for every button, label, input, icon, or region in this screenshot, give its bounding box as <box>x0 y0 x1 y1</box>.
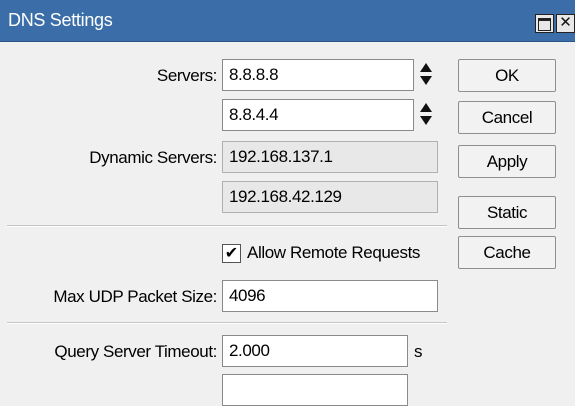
query-timeout-input[interactable]: 2.000 <box>222 335 408 367</box>
dynamic-servers-label: Dynamic Servers: <box>89 148 217 167</box>
maximize-icon[interactable] <box>535 14 554 33</box>
cache-button[interactable]: Cache <box>458 236 556 269</box>
servers-label: Servers: <box>156 66 217 85</box>
separator <box>7 322 447 324</box>
allow-remote-requests-label[interactable]: Allow Remote Requests <box>247 243 420 263</box>
server-input-2[interactable]: 8.8.4.4 <box>222 99 414 131</box>
dynamic-server-2: 192.168.42.129 <box>222 181 438 213</box>
close-icon[interactable]: ✕ <box>556 14 575 33</box>
allow-remote-requests-checkbox[interactable]: ✔ <box>222 244 241 263</box>
dynamic-server-1: 192.168.137.1 <box>222 141 438 173</box>
separator <box>7 225 447 227</box>
cancel-button[interactable]: Cancel <box>458 101 556 134</box>
server-1-updown-icon[interactable] <box>418 62 434 88</box>
static-button[interactable]: Static <box>458 196 556 229</box>
ok-button[interactable]: OK <box>458 59 556 92</box>
dns-settings-window: DNS Settings ✕ Servers: 8.8.8.8 8.8.4.4 … <box>0 0 575 406</box>
query-timeout-unit: s <box>414 342 423 361</box>
max-udp-input[interactable]: 4096 <box>222 280 438 312</box>
query-timeout-label: Query Server Timeout: <box>54 342 217 361</box>
max-udp-label: Max UDP Packet Size: <box>53 287 217 306</box>
title-bar[interactable]: DNS Settings ✕ <box>0 0 575 42</box>
server-2-updown-icon[interactable] <box>418 102 434 128</box>
window-title: DNS Settings <box>8 10 113 30</box>
server-input-1[interactable]: 8.8.8.8 <box>222 59 414 91</box>
next-field-input[interactable] <box>222 374 408 406</box>
apply-button[interactable]: Apply <box>458 145 556 178</box>
